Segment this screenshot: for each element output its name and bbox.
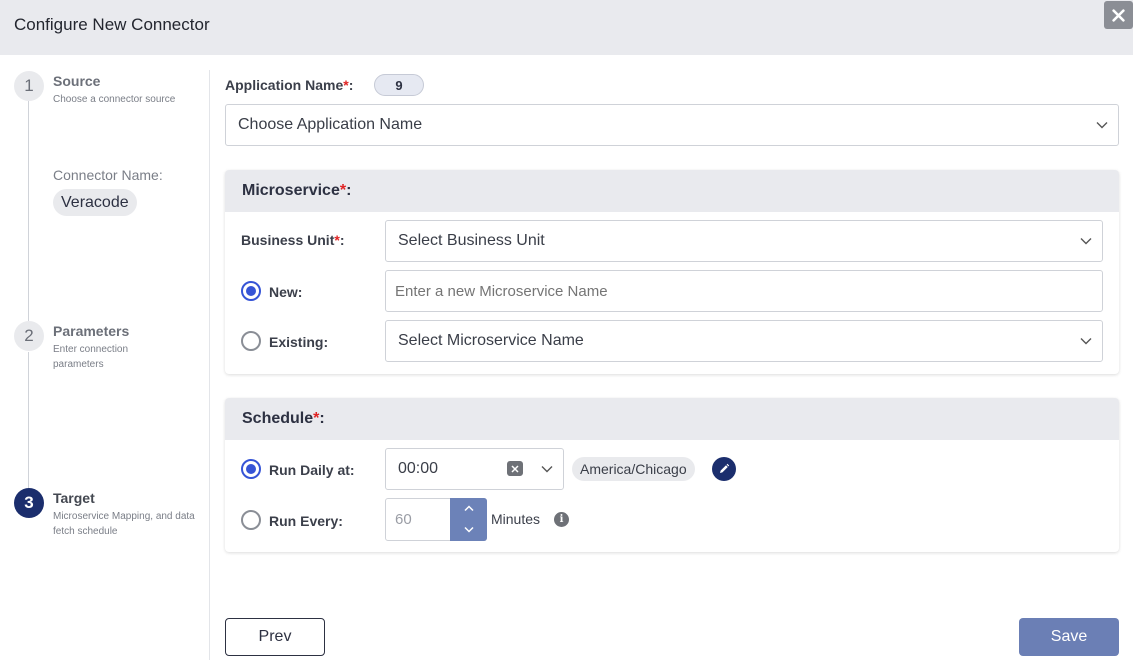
dialog-header: Configure New Connector <box>0 0 1133 55</box>
run-every-input[interactable]: 60 <box>385 498 487 541</box>
chevron-up-icon <box>463 505 474 512</box>
existing-microservice-select[interactable]: Select Microservice Name <box>385 320 1103 362</box>
pencil-icon <box>720 463 730 473</box>
run-every-value: 60 <box>395 511 412 528</box>
clear-time-button[interactable] <box>507 461 523 476</box>
save-button[interactable]: Save <box>1019 618 1119 656</box>
application-name-select[interactable]: Choose Application Name <box>225 104 1119 146</box>
business-unit-label: Business Unit*: <box>241 232 345 248</box>
dialog-title: Configure New Connector <box>14 15 210 34</box>
step-3-title: Target <box>53 490 95 506</box>
run-every-unit: Minutes <box>491 511 541 527</box>
existing-microservice-placeholder: Select Microservice Name <box>398 332 584 349</box>
business-unit-select[interactable]: Select Business Unit <box>385 220 1103 262</box>
run-daily-time-select[interactable]: 00:00 <box>385 448 564 490</box>
existing-microservice-radio[interactable] <box>241 331 261 351</box>
close-button[interactable] <box>1104 1 1133 29</box>
new-microservice-input[interactable] <box>385 270 1103 312</box>
run-every-radio[interactable] <box>241 510 261 530</box>
existing-microservice-label: Existing: <box>269 334 329 350</box>
close-icon <box>1112 8 1125 22</box>
panel-divider <box>209 70 210 660</box>
info-icon[interactable]: i <box>554 512 569 527</box>
step-1-subtitle: Choose a connector source <box>53 94 176 105</box>
timezone-chip: America/Chicago <box>572 457 695 481</box>
step-1-number: 1 <box>14 71 44 101</box>
step-3-number: 3 <box>14 488 44 518</box>
run-daily-label: Run Daily at: <box>269 462 355 478</box>
chevron-down-icon <box>463 526 474 533</box>
spinner <box>450 498 487 541</box>
schedule-header: Schedule *: <box>225 398 1119 440</box>
chevron-down-icon <box>1080 238 1092 245</box>
step-2-title: Parameters <box>53 323 130 339</box>
stepper-line <box>28 101 29 321</box>
step-1-title: Source <box>53 73 101 89</box>
application-name-label: Application Name*: <box>225 77 354 93</box>
run-every-label: Run Every: <box>269 513 343 529</box>
step-2-subtitle: Enter connection parameters <box>53 344 129 370</box>
run-daily-radio[interactable] <box>241 459 261 479</box>
clear-icon <box>511 464 519 473</box>
microservice-header: Microservice *: <box>225 170 1119 212</box>
new-microservice-label: New: <box>269 284 303 300</box>
step-3-subtitle: Microservice Mapping, and data fetch sch… <box>53 511 195 537</box>
run-daily-time-value: 00:00 <box>398 460 439 477</box>
stepper-line <box>28 352 29 488</box>
edit-timezone-button[interactable] <box>712 457 736 481</box>
chevron-down-icon <box>541 466 553 473</box>
application-name-placeholder: Choose Application Name <box>238 116 423 133</box>
chevron-down-icon <box>1096 122 1108 129</box>
new-microservice-radio[interactable] <box>241 281 261 301</box>
increment-button[interactable] <box>450 498 487 519</box>
chevron-down-icon <box>1080 338 1092 345</box>
connector-name-chip: Veracode <box>53 189 137 216</box>
connector-name-label: Connector Name: <box>53 167 163 183</box>
business-unit-placeholder: Select Business Unit <box>398 232 545 249</box>
prev-button[interactable]: Prev <box>225 618 325 656</box>
decrement-button[interactable] <box>450 519 487 540</box>
application-count-badge: 9 <box>374 74 424 96</box>
step-2-number: 2 <box>14 321 44 351</box>
